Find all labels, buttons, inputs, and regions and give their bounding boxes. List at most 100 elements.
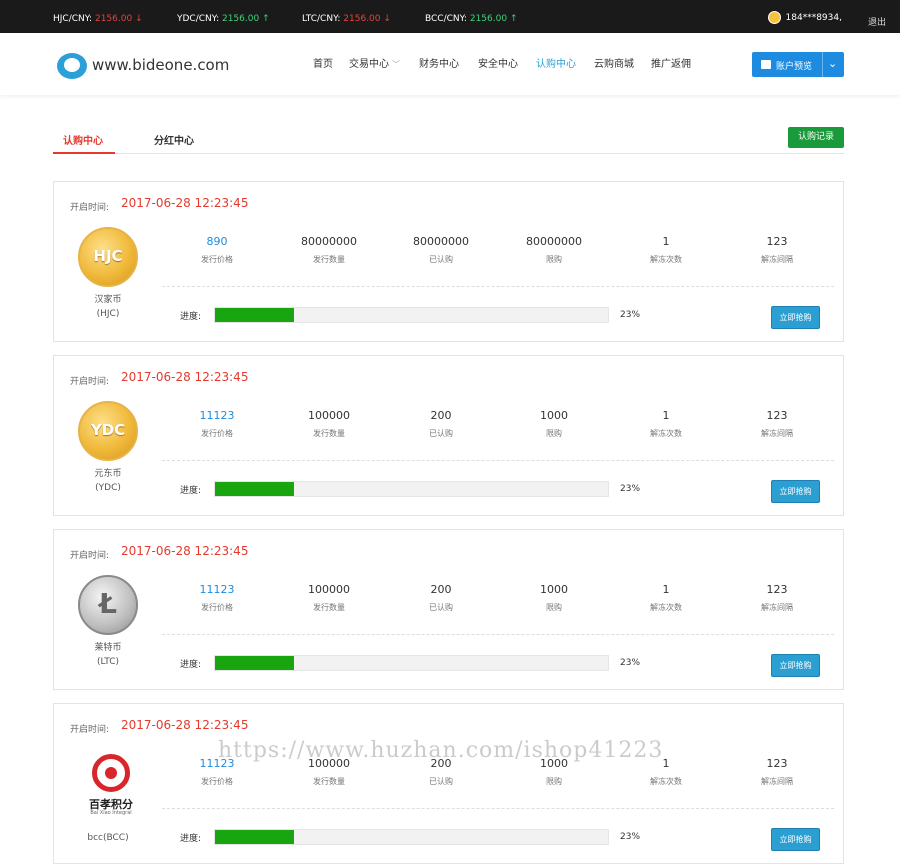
ticker-label: LTC/CNY: xyxy=(302,14,341,24)
stat-price: 11123 发行价格 xyxy=(199,583,235,612)
card-divider xyxy=(162,634,834,635)
price-ticker-bar: HJC/CNY: 2156.00 ↓ YDC/CNY: 2156.00 ↑ LT… xyxy=(0,0,900,33)
progress-percent: 23% xyxy=(620,658,641,668)
ticker-price: 2156.00 ↓ xyxy=(343,14,391,24)
progress-bar xyxy=(214,307,609,323)
ticker-label: HJC/CNY: xyxy=(53,14,93,24)
progress-fill xyxy=(215,482,294,496)
progress-bar xyxy=(214,481,609,497)
buy-now-button[interactable]: 立即抢购 xyxy=(771,654,820,677)
nav-referral-rebate[interactable]: 推广返佣 xyxy=(651,55,691,70)
nav-cloud-mall[interactable]: 云购商城 xyxy=(594,55,634,70)
baixiao-logo-icon: 百孝积分 Bai Xiao Integral xyxy=(80,744,142,816)
account-preview-button[interactable]: 账户预览 ⌄ xyxy=(752,52,844,77)
tabs-divider xyxy=(53,153,844,154)
ticker-bcc: BCC/CNY: 2156.00 ↑ xyxy=(425,14,517,24)
progress-percent: 23% xyxy=(620,310,641,320)
stat-subscribed: 200 已认购 xyxy=(429,583,453,612)
arrow-up-icon: ↑ xyxy=(262,14,270,24)
tab-subscription-center[interactable]: 认购中心 xyxy=(63,132,103,147)
stat-unlock-times: 1 解冻次数 xyxy=(650,583,682,612)
card-divider xyxy=(162,460,834,461)
stat-price: 11123 发行价格 xyxy=(199,409,235,438)
coin-name: 汉家币 (HJC) xyxy=(94,295,122,319)
avatar xyxy=(767,11,781,24)
buy-now-button[interactable]: 立即抢购 xyxy=(771,306,820,329)
stat-limit: 80000000 限购 xyxy=(526,235,582,264)
buy-now-button[interactable]: 立即抢购 xyxy=(771,828,820,851)
arrow-up-icon: ↑ xyxy=(509,14,518,24)
nav-finance-center[interactable]: 财务中心 xyxy=(419,55,459,70)
logout-link[interactable]: 退出 xyxy=(868,15,886,28)
buy-now-button[interactable]: 立即抢购 xyxy=(771,480,820,503)
ticker-price: 2156.00 ↑ xyxy=(469,14,518,24)
stat-unlock-times: 1 解冻次数 xyxy=(650,235,682,264)
open-time: 2017-06-28 12:23:45 xyxy=(121,544,249,558)
stat-quantity: 100000 发行数量 xyxy=(308,409,350,438)
stat-quantity: 80000000 发行数量 xyxy=(301,235,357,264)
progress-fill xyxy=(215,656,294,670)
logo-ring xyxy=(92,754,130,792)
user-account[interactable]: 184***8934, xyxy=(767,11,842,24)
progress-percent: 23% xyxy=(620,832,641,842)
coin-name: 元东币 (YDC) xyxy=(94,469,122,493)
open-time-label: 开启时间: xyxy=(70,203,110,213)
stat-unlock-interval: 123 解冻间隔 xyxy=(761,757,793,786)
stat-unlock-interval: 123 解冻间隔 xyxy=(761,409,793,438)
open-time: 2017-06-28 12:23:45 xyxy=(121,370,249,384)
chevron-down-icon: ﹀ xyxy=(392,60,400,69)
hjc-coin-icon: HJC xyxy=(78,227,138,287)
progress-label: 进度: xyxy=(180,312,202,322)
card-divider xyxy=(162,286,834,287)
watermark: https://www.huzhan.com/ishop41223 xyxy=(218,738,664,763)
progress-label: 进度: xyxy=(180,486,202,496)
stat-limit: 1000 限购 xyxy=(540,409,568,438)
litecoin-icon: Ł xyxy=(78,575,138,635)
stat-limit: 1000 限购 xyxy=(540,583,568,612)
open-time-label: 开启时间: xyxy=(70,725,110,735)
ticker-ltc: LTC/CNY: 2156.00 ↓ xyxy=(302,14,391,24)
site-header: www.bideone.com 首页 交易中心 ﹀ 财务中心 安全中心 认购中心 … xyxy=(0,33,900,95)
subscription-card: 开启时间: 2017-06-28 12:23:45 Ł 莱特币 (LTC) 111… xyxy=(53,529,844,690)
nav-home[interactable]: 首页 xyxy=(313,55,333,70)
progress-percent: 23% xyxy=(620,484,641,494)
progress-fill xyxy=(215,308,294,322)
open-time: 2017-06-28 12:23:45 xyxy=(121,718,249,732)
open-time: 2017-06-28 12:23:45 xyxy=(121,196,249,210)
ticker-ydc: YDC/CNY: 2156.00 ↑ xyxy=(177,14,270,24)
ticker-price: 2156.00 ↑ xyxy=(221,14,270,24)
stat-subscribed: 80000000 已认购 xyxy=(413,235,469,264)
logo-text[interactable]: www.bideone.com xyxy=(92,56,229,74)
progress-fill xyxy=(215,830,294,844)
chevron-down-icon: ⌄ xyxy=(828,57,838,70)
active-tab-indicator xyxy=(53,152,115,154)
tab-dividend-center[interactable]: 分红中心 xyxy=(154,132,194,147)
ticker-price: 2156.00 ↓ xyxy=(94,14,143,24)
wallet-icon xyxy=(761,60,771,69)
progress-bar xyxy=(214,655,609,671)
open-time-label: 开启时间: xyxy=(70,377,110,387)
stat-quantity: 100000 发行数量 xyxy=(308,583,350,612)
stat-unlock-interval: 123 解冻间隔 xyxy=(761,583,793,612)
subscription-record-button[interactable]: 认购记录 xyxy=(788,127,844,148)
card-divider xyxy=(162,808,834,809)
progress-label: 进度: xyxy=(180,834,202,844)
subscription-card: 开启时间: 2017-06-28 12:23:45 YDC 元东币 (YDC) 1… xyxy=(53,355,844,516)
progress-label: 进度: xyxy=(180,660,202,670)
stat-price: 890 发行价格 xyxy=(201,235,233,264)
nav-trade-center[interactable]: 交易中心 ﹀ xyxy=(349,55,400,70)
nav-subscription-center[interactable]: 认购中心 xyxy=(536,55,576,70)
account-preview-label: 账户预览 xyxy=(776,62,813,72)
open-time-label: 开启时间: xyxy=(70,551,110,561)
subscription-card: 开启时间: 2017-06-28 12:23:45 百孝积分 Bai Xiao … xyxy=(53,703,844,864)
coin-name: bcc(BCC) xyxy=(87,833,129,843)
logo-icon[interactable] xyxy=(57,53,87,79)
stat-subscribed: 200 已认购 xyxy=(429,409,453,438)
ticker-label: YDC/CNY: xyxy=(177,14,220,24)
nav-security-center[interactable]: 安全中心 xyxy=(478,55,518,70)
subscription-card: 开启时间: 2017-06-28 12:23:45 HJC 汉家币 (HJC) 8… xyxy=(53,181,844,342)
coin-name: 莱特币 (LTC) xyxy=(94,643,122,667)
ticker-label: BCC/CNY: xyxy=(425,14,467,24)
arrow-down-icon: ↓ xyxy=(383,14,391,24)
ticker-hjc: HJC/CNY: 2156.00 ↓ xyxy=(53,14,143,24)
